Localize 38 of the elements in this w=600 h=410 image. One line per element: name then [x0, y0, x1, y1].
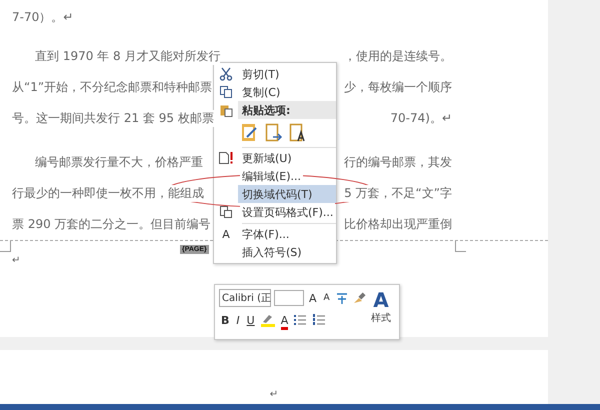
body-text: 70-74)。↵ [390, 110, 452, 127]
font-size-field[interactable] [274, 290, 304, 306]
body-text: 号。这一期间共发行 21 套 95 枚邮票 [12, 110, 214, 127]
copy-icon [219, 85, 233, 99]
body-text: 直到 1970 年 8 月才又能对所发行 [35, 48, 220, 65]
format-button[interactable]: B [219, 314, 232, 326]
shrink-font-button[interactable]: A [322, 293, 332, 303]
corner-mark [0, 241, 11, 252]
corner-mark [455, 241, 466, 252]
page-number-icon [219, 205, 233, 219]
font-color-button[interactable]: A [278, 314, 290, 326]
format-button[interactable]: I [234, 314, 242, 326]
body-text: 行的编号邮票，其发 [344, 154, 452, 171]
font-icon: A [222, 228, 230, 240]
paragraph-mark: ↵ [270, 389, 278, 400]
scissors-icon [219, 67, 233, 81]
body-text: 从“1”开始，不分纪念邮票和特种邮票 [12, 79, 212, 96]
body-text: 票 290 万套的二分之一。但目前编号 [12, 216, 211, 233]
body-text: 比价格却出现严重倒 [344, 216, 452, 233]
paste-keep-format-icon[interactable] [241, 122, 259, 142]
document-warning-icon [218, 151, 234, 165]
menu-item[interactable]: 设置页码格式(F)... [240, 203, 336, 221]
menu-header: 粘贴选项: [238, 101, 336, 119]
styles-button[interactable]: A 样式 [367, 289, 395, 335]
format-painter-icon[interactable] [352, 291, 366, 305]
body-text: 行最少的一种即使一枚不用，能组成 [12, 185, 204, 202]
body-text: 少，每枚编一个顺序 [344, 79, 452, 96]
font-name-field[interactable]: Calibri (正 [219, 289, 271, 307]
body-text: 编号邮票发行量不大，价格严重 [35, 154, 203, 171]
paragraph-mark: ↵ [12, 255, 20, 266]
grow-font-button[interactable]: A [307, 292, 319, 304]
format-button[interactable]: U [244, 314, 257, 326]
paste-merge-icon[interactable] [265, 122, 283, 142]
menu-item[interactable]: 切换域代码(T) [238, 185, 336, 203]
paste-text-only-icon[interactable] [289, 122, 307, 142]
body-text: 5 万套，不足“文”字 [344, 185, 452, 202]
clipboard-icon [219, 103, 233, 117]
highlighter-icon[interactable] [260, 313, 276, 327]
